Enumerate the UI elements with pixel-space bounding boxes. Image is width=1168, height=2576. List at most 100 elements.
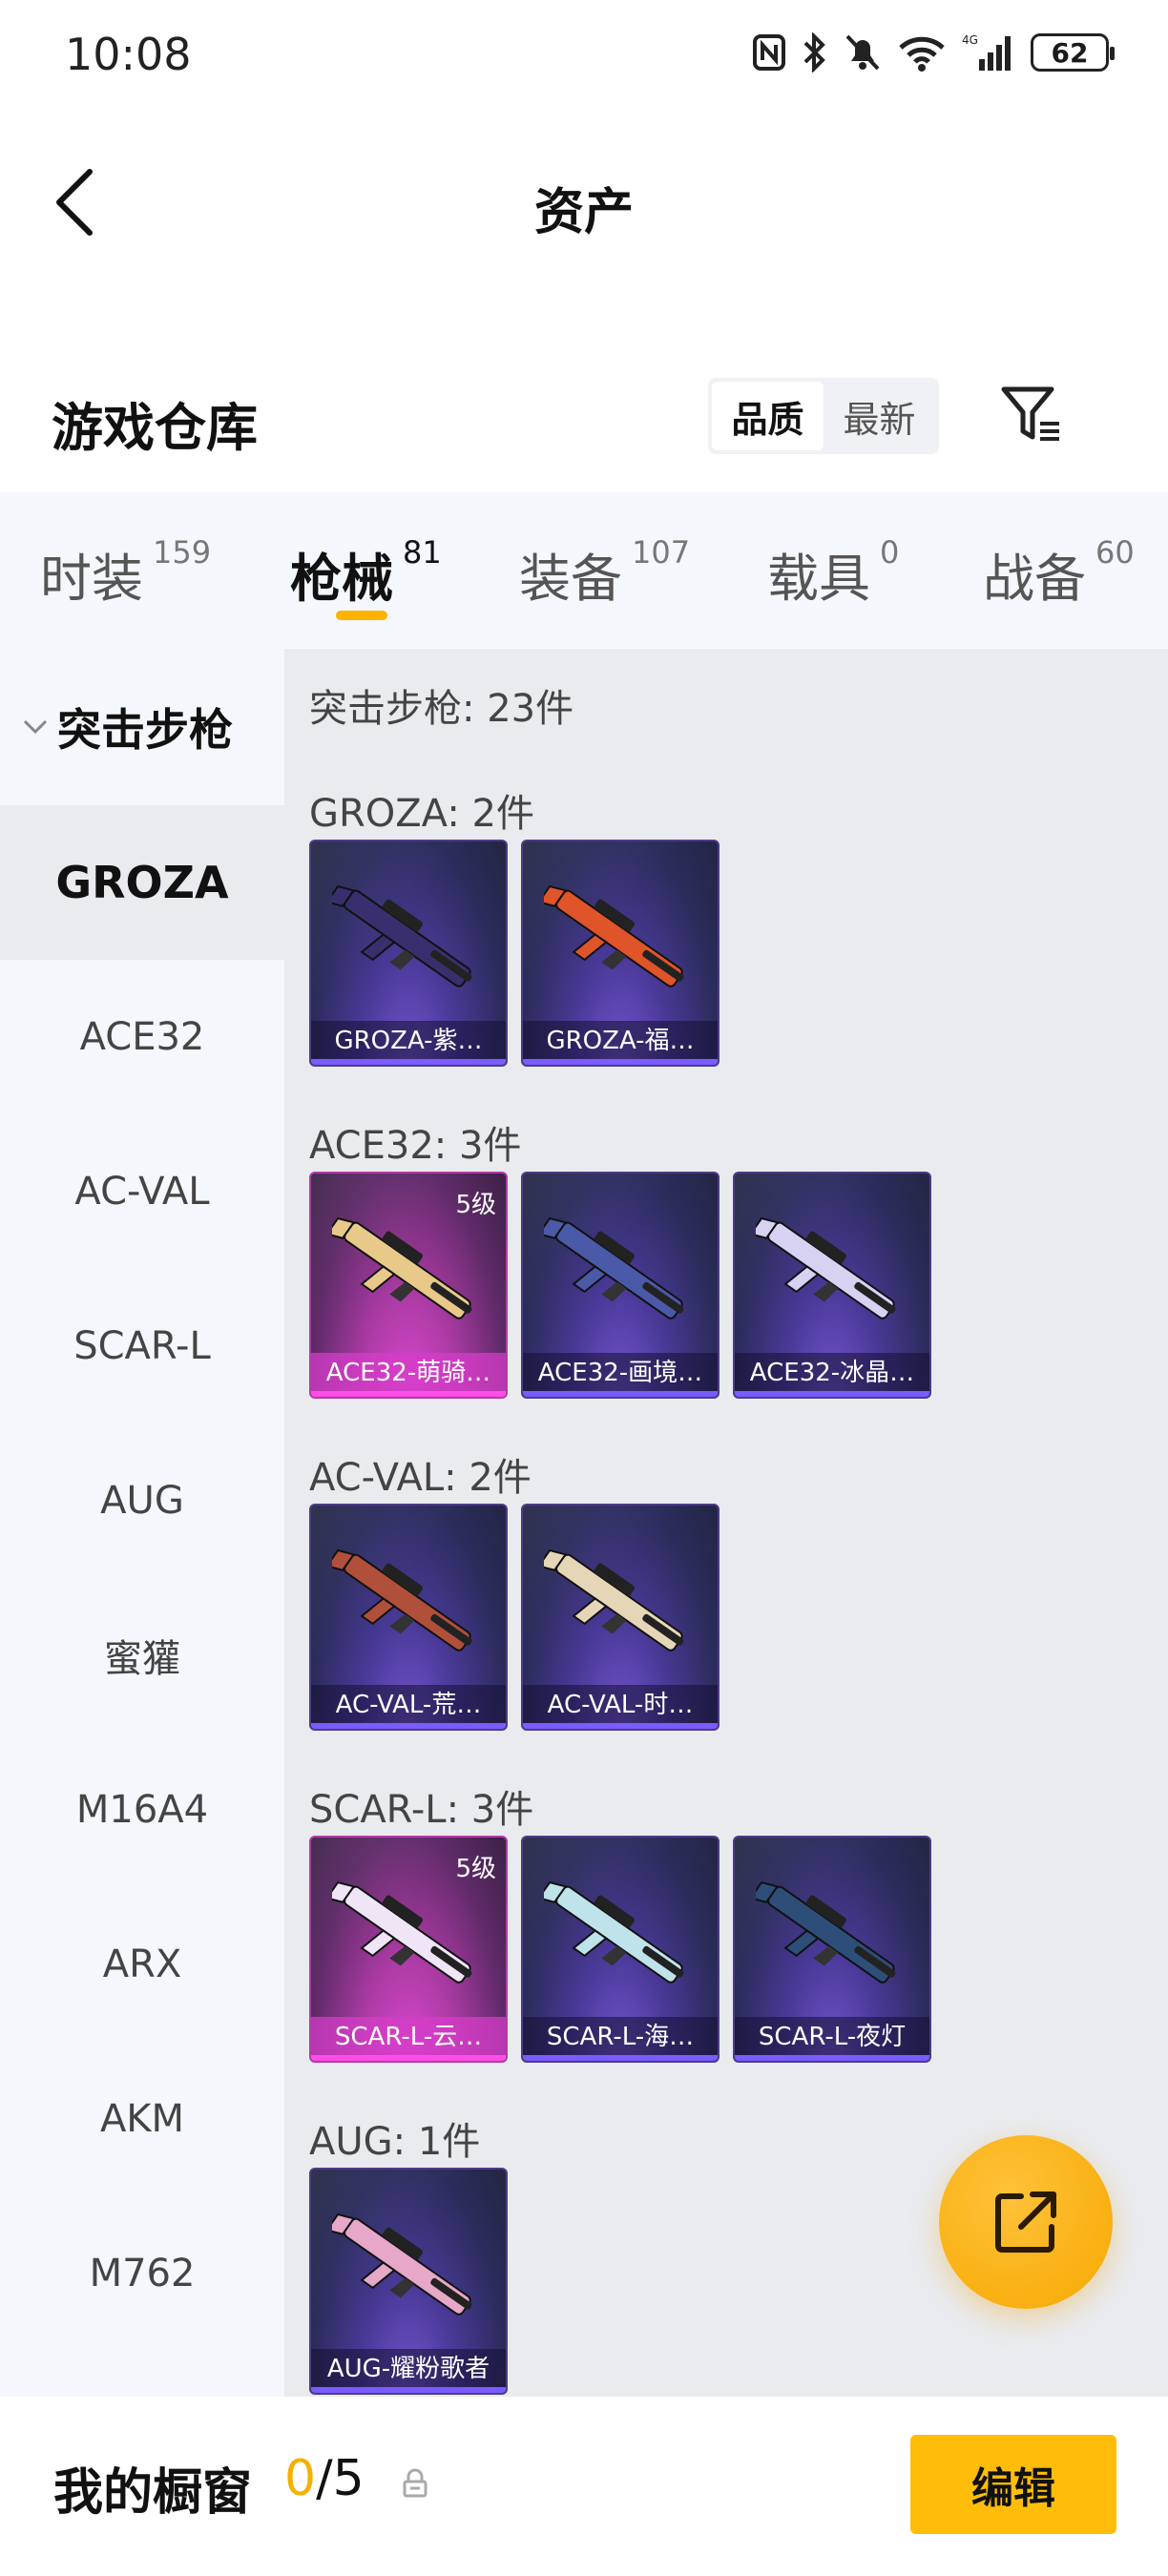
tab-label: 枪械 (290, 549, 393, 609)
mute-bell-icon (845, 34, 880, 71)
weapon-sidebar: 突击步枪 GROZA ACE32 AC-VAL SCAR-L AUG 蜜獾 M1… (0, 649, 284, 2397)
weapon-skin-card[interactable]: GROZA-福… (521, 840, 720, 1067)
weapon-skin-card[interactable]: AC-VAL-荒… (309, 1504, 508, 1731)
level-badge: 5级 (455, 1855, 496, 1883)
rifle-icon (332, 884, 472, 987)
back-button[interactable] (46, 164, 103, 240)
rarity-bar (311, 1723, 506, 1729)
sidebar-item-honey-badger[interactable]: 蜜獾 (0, 1578, 284, 1733)
rifle-icon (544, 1548, 684, 1652)
showcase-bar: 我的橱窗 0/5 编辑 (0, 2397, 1168, 2576)
sidebar-group-label: 突击步枪 (57, 704, 233, 756)
sidebar-item-ace32[interactable]: ACE32 (0, 960, 284, 1114)
weapon-skin-card[interactable]: SCAR-L-夜灯 (733, 1836, 931, 2063)
rarity-bar (523, 1391, 718, 1397)
rarity-bar (311, 2387, 506, 2393)
warehouse-title: 游戏仓库 (52, 398, 258, 458)
showcase-total: /5 (316, 2450, 365, 2507)
share-external-icon (995, 2192, 1056, 2253)
weapon-skin-card[interactable]: AC-VAL-时… (521, 1504, 720, 1731)
cellular-signal-icon: 4G (962, 33, 1011, 71)
tab-guns[interactable]: 枪械 81 (290, 534, 442, 612)
rifle-icon (544, 1880, 684, 1984)
rarity-bar (735, 2055, 929, 2061)
tab-count: 159 (153, 534, 212, 571)
nfc-icon (753, 34, 785, 71)
tab-count: 107 (632, 534, 691, 571)
status-time: 10:08 (65, 29, 192, 80)
sidebar-item-m762[interactable]: M762 (0, 2196, 284, 2351)
weapon-skin-card[interactable]: 5级 SCAR-L-云… (309, 1836, 508, 2063)
rarity-bar (523, 1723, 718, 1729)
sidebar-item-groza[interactable]: GROZA (0, 805, 284, 960)
tab-label: 装备 (519, 549, 622, 609)
section-title: SCAR-L: 3件 (309, 1788, 534, 1832)
category-summary: 突击步枪: 23件 (309, 687, 574, 731)
tab-equipment[interactable]: 装备 107 (519, 534, 691, 612)
section-title: GROZA: 2件 (309, 792, 534, 836)
sidebar-item-m16a4[interactable]: M16A4 (0, 1733, 284, 1887)
rifle-icon (332, 2212, 472, 2316)
rarity-bar (735, 1391, 929, 1397)
level-badge: 5级 (455, 1191, 496, 1219)
sort-by-newest-button[interactable]: 最新 (824, 382, 935, 450)
section-title: AUG: 1件 (309, 2120, 481, 2164)
sidebar-item-arx[interactable]: ARX (0, 1887, 284, 2042)
page-title: 资产 (533, 184, 634, 241)
weapon-skin-card[interactable]: ACE32-画境… (521, 1172, 720, 1399)
rarity-bar (311, 2055, 506, 2061)
rifle-icon (332, 1548, 472, 1652)
sidebar-item-aug[interactable]: AUG (0, 1423, 284, 1578)
edit-showcase-button[interactable]: 编辑 (910, 2435, 1116, 2534)
tab-label: 载具 (767, 549, 870, 609)
rifle-icon (544, 884, 684, 987)
sidebar-item-akm[interactable]: AKM (0, 2042, 284, 2196)
showcase-title: 我的橱窗 (53, 2464, 253, 2522)
category-tabs: 时装 159 枪械 81 装备 107 载具 0 战备 60 (0, 492, 1168, 649)
rarity-bar (311, 1391, 506, 1397)
tab-label: 时装 (40, 549, 143, 609)
bluetooth-icon (803, 32, 825, 73)
filter-button[interactable] (998, 382, 1065, 448)
lock-icon (403, 2468, 428, 2498)
rifle-icon (756, 1216, 896, 1319)
tab-vehicles[interactable]: 载具 0 (767, 534, 900, 612)
battery-indicator: 62 (1031, 33, 1115, 72)
weapon-skin-card[interactable]: AUG-耀粉歌者 (309, 2168, 508, 2395)
tab-fashion[interactable]: 时装 159 (40, 534, 212, 612)
tab-count: 60 (1095, 534, 1135, 571)
chevron-down-icon (23, 719, 48, 735)
battery-level: 62 (1051, 36, 1089, 69)
tab-label: 战备 (983, 549, 1086, 609)
filter-icon (1001, 386, 1059, 441)
rifle-icon (544, 1216, 684, 1319)
sidebar-item-scar-l[interactable]: SCAR-L (0, 1269, 284, 1423)
rarity-bar (311, 1059, 506, 1065)
section-title: AC-VAL: 2件 (309, 1456, 532, 1500)
share-button[interactable] (939, 2135, 1113, 2309)
rifle-icon (756, 1880, 896, 1984)
weapon-skin-card[interactable]: GROZA-紫… (309, 840, 508, 1067)
rifle-icon (332, 1216, 472, 1319)
sort-by-quality-button[interactable]: 品质 (712, 382, 824, 450)
tab-count: 0 (880, 534, 900, 571)
weapon-skin-card[interactable]: SCAR-L-海… (521, 1836, 720, 2063)
svg-text:4G: 4G (962, 33, 978, 47)
showcase-current: 0 (284, 2450, 317, 2507)
sort-toggle: 品质 最新 (708, 378, 939, 454)
rarity-bar (523, 1059, 718, 1065)
status-bar: 10:08 4G 62 (0, 0, 1168, 114)
rarity-bar (523, 2055, 718, 2061)
weapon-skin-card[interactable]: ACE32-冰晶… (733, 1172, 931, 1399)
tab-battle-gear[interactable]: 战备 60 (983, 534, 1135, 612)
sidebar-group-assault-rifles[interactable]: 突击步枪 (0, 649, 284, 805)
weapon-content-list: 突击步枪: 23件 GROZA: 2件 GROZA-紫… GROZA-福… ACE32… (284, 649, 1168, 2397)
weapon-skin-card[interactable]: 5级 ACE32-萌骑… (309, 1172, 508, 1399)
back-arrow-icon (56, 169, 93, 236)
tab-count: 81 (403, 534, 442, 571)
showcase-count: 0/5 (284, 2450, 365, 2507)
sidebar-item-ac-val[interactable]: AC-VAL (0, 1114, 284, 1269)
status-icons: 4G 62 (752, 32, 1115, 73)
active-tab-indicator (336, 611, 387, 620)
section-title: ACE32: 3件 (309, 1124, 522, 1168)
